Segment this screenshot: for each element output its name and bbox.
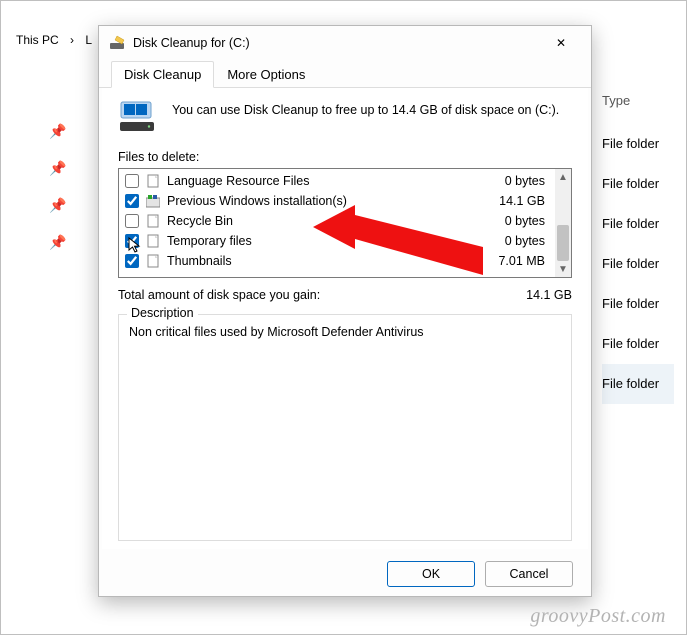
titlebar[interactable]: Disk Cleanup for (C:) ✕ bbox=[99, 26, 591, 60]
file-icon bbox=[145, 253, 161, 269]
breadcrumb-part[interactable]: This PC bbox=[12, 33, 63, 47]
file-name: Language Resource Files bbox=[167, 174, 505, 188]
file-size: 14.1 GB bbox=[499, 194, 553, 208]
tab-strip: Disk Cleanup More Options bbox=[99, 60, 591, 88]
tab-more-options[interactable]: More Options bbox=[214, 61, 318, 88]
description-text: Non critical files used by Microsoft Def… bbox=[129, 325, 561, 339]
breadcrumb[interactable]: This PC › L bbox=[12, 33, 96, 47]
disk-cleanup-dialog: Disk Cleanup for (C:) ✕ Disk Cleanup Mor… bbox=[98, 25, 592, 597]
dialog-body: You can use Disk Cleanup to free up to 1… bbox=[102, 88, 588, 549]
description-groupbox: Description Non critical files used by M… bbox=[118, 314, 572, 541]
cancel-button[interactable]: Cancel bbox=[485, 561, 573, 587]
disk-cleanup-icon bbox=[109, 34, 127, 52]
explorer-row[interactable]: File folder bbox=[602, 364, 674, 404]
file-icon bbox=[145, 213, 161, 229]
intro-row: You can use Disk Cleanup to free up to 1… bbox=[118, 100, 572, 134]
scroll-down-button[interactable]: ▼ bbox=[555, 261, 571, 277]
breadcrumb-part[interactable]: L bbox=[81, 33, 96, 47]
file-row[interactable]: Language Resource Files 0 bytes bbox=[121, 171, 553, 191]
file-checkbox[interactable] bbox=[125, 194, 139, 208]
drive-icon bbox=[118, 100, 156, 134]
breadcrumb-separator: › bbox=[66, 33, 78, 47]
winupdate-icon bbox=[145, 193, 161, 209]
file-checkbox[interactable] bbox=[125, 174, 139, 188]
ok-button-label: OK bbox=[422, 567, 440, 581]
total-label: Total amount of disk space you gain: bbox=[118, 288, 526, 302]
close-icon: ✕ bbox=[556, 36, 566, 50]
file-checkbox[interactable] bbox=[125, 254, 139, 268]
explorer-row[interactable]: File folder bbox=[602, 124, 674, 164]
explorer-row[interactable]: File folder bbox=[602, 284, 674, 324]
file-checkbox[interactable] bbox=[125, 234, 139, 248]
scroll-track[interactable] bbox=[555, 185, 571, 261]
explorer-type-column: Type File folder File folder File folder… bbox=[602, 89, 674, 404]
pin-icon: 📌 bbox=[49, 197, 66, 214]
dialog-button-row: OK Cancel bbox=[99, 552, 591, 596]
file-size: 0 bytes bbox=[505, 174, 553, 188]
explorer-row[interactable]: File folder bbox=[602, 244, 674, 284]
pin-icon: 📌 bbox=[49, 160, 66, 177]
dialog-title: Disk Cleanup for (C:) bbox=[133, 36, 539, 50]
watermark: groovyPost.com bbox=[530, 605, 666, 628]
file-icon bbox=[145, 233, 161, 249]
file-icon bbox=[145, 173, 161, 189]
file-row[interactable]: Recycle Bin 0 bytes bbox=[121, 211, 553, 231]
file-size: 0 bytes bbox=[505, 234, 553, 248]
description-legend: Description bbox=[127, 306, 198, 320]
file-size: 7.01 MB bbox=[498, 254, 553, 268]
file-row[interactable]: Previous Windows installation(s) 14.1 GB bbox=[121, 191, 553, 211]
pin-icon: 📌 bbox=[49, 234, 66, 251]
file-row[interactable]: Thumbnails 7.01 MB bbox=[121, 251, 553, 271]
file-name: Previous Windows installation(s) bbox=[167, 194, 499, 208]
scroll-thumb[interactable] bbox=[557, 225, 569, 261]
file-row[interactable]: Temporary files 0 bytes bbox=[121, 231, 553, 251]
cancel-button-label: Cancel bbox=[510, 567, 549, 581]
file-name: Recycle Bin bbox=[167, 214, 505, 228]
explorer-row[interactable]: File folder bbox=[602, 164, 674, 204]
files-to-delete-label: Files to delete: bbox=[118, 150, 572, 164]
intro-text: You can use Disk Cleanup to free up to 1… bbox=[172, 100, 559, 134]
scrollbar[interactable]: ▲ ▼ bbox=[555, 169, 571, 277]
quick-access-pins: 📌 📌 📌 📌 bbox=[49, 123, 66, 251]
column-header-type[interactable]: Type bbox=[602, 89, 674, 124]
ok-button[interactable]: OK bbox=[387, 561, 475, 587]
explorer-row[interactable]: File folder bbox=[602, 204, 674, 244]
file-list: Language Resource Files 0 bytes Previous… bbox=[118, 168, 572, 278]
close-button[interactable]: ✕ bbox=[539, 28, 583, 58]
file-size: 0 bytes bbox=[505, 214, 553, 228]
tab-disk-cleanup[interactable]: Disk Cleanup bbox=[111, 61, 214, 88]
total-value: 14.1 GB bbox=[526, 288, 572, 302]
scroll-up-button[interactable]: ▲ bbox=[555, 169, 571, 185]
total-row: Total amount of disk space you gain: 14.… bbox=[118, 288, 572, 302]
file-name: Temporary files bbox=[167, 234, 505, 248]
pin-icon: 📌 bbox=[49, 123, 66, 140]
file-checkbox[interactable] bbox=[125, 214, 139, 228]
explorer-row[interactable]: File folder bbox=[602, 324, 674, 364]
file-name: Thumbnails bbox=[167, 254, 498, 268]
